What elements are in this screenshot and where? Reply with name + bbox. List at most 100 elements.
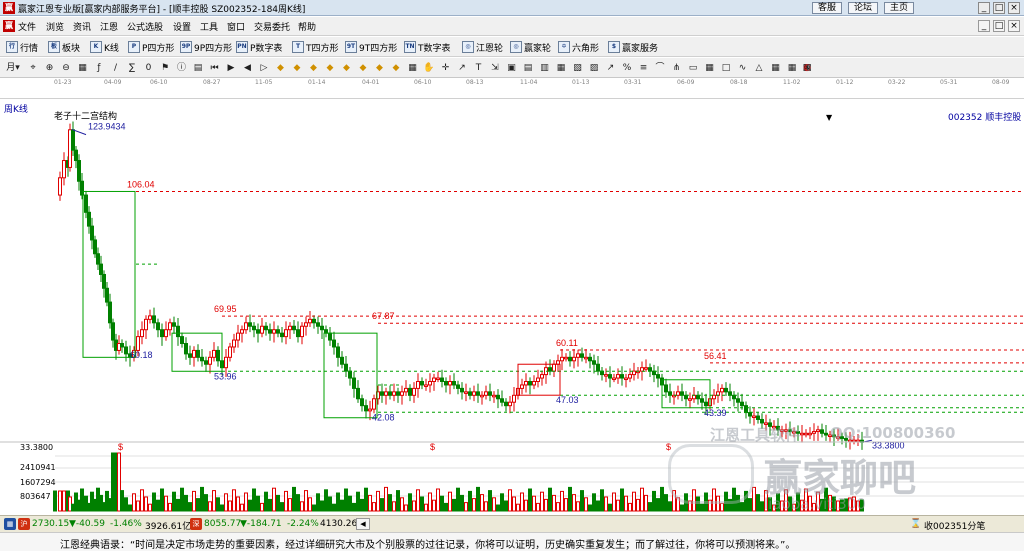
menu-item-6[interactable]: 工具	[200, 20, 218, 33]
drawing-toolbar: 月▾ ⌖ ⊕ ⊖ ▦ ƒ / ∑ 0 ⚑ ⓘ ▤ ⏮ ▶ ◀ ▷ ◆ ◆ ◆ ◆ ◆ ◆ ◆ ◆ ▦ ✋ ✛ ↗ T ⇲ ▣ ▤ ▥ ▦ ▧ ▨ ↗% ≡…	[0, 58, 1024, 78]
kefu-link[interactable]: 客服	[812, 2, 842, 14]
market-quote-button[interactable]: 行行情	[6, 40, 38, 54]
volume-bar-down	[196, 498, 200, 512]
date-tick: 11-04	[520, 79, 538, 86]
diamond4-icon[interactable]: ◆	[323, 61, 337, 75]
9p-square-button[interactable]: 9P 9P四方形	[180, 40, 232, 54]
fib-icon[interactable]: ≡	[637, 61, 651, 75]
calc-icon[interactable]: ▤	[191, 61, 205, 75]
grid4-icon[interactable]: ▦	[785, 61, 799, 75]
move-icon[interactable]: ⇲	[488, 61, 502, 75]
kline-button[interactable]: K K线	[90, 40, 119, 54]
menu-item-3[interactable]: 江恩	[100, 20, 118, 33]
gann-wheel-button[interactable]: ◎ 江恩轮	[462, 40, 503, 54]
cal-icon[interactable]: ▣	[505, 61, 519, 75]
percent-line-icon[interactable]: ↗	[604, 61, 618, 75]
minimize-button[interactable]: _	[978, 2, 990, 14]
shanghai-index-icon[interactable]: 沪	[18, 518, 30, 530]
draw-line-icon[interactable]: /	[109, 61, 123, 75]
mdi-minimize-button[interactable]: _	[978, 20, 990, 32]
close-button[interactable]: ×	[1008, 2, 1020, 14]
mdi-close-button[interactable]: ×	[1008, 20, 1020, 32]
winner-wheel-button[interactable]: ◎ 赢家轮	[510, 40, 551, 54]
menu-item-5[interactable]: 设置	[173, 20, 191, 33]
zoom-out-icon[interactable]: ⊖	[59, 61, 73, 75]
kline-label: K线	[104, 43, 119, 54]
grid-icon[interactable]: ▦	[76, 61, 90, 75]
cross-icon[interactable]: ✛	[439, 61, 453, 75]
indicator-icon[interactable]: ƒ	[92, 61, 106, 75]
percent-icon[interactable]: %	[620, 61, 634, 75]
home-link[interactable]: 主页	[884, 2, 914, 14]
diamond2-icon[interactable]: ◆	[290, 61, 304, 75]
info-icon[interactable]: ⓘ	[175, 61, 189, 75]
candle-up	[720, 387, 724, 393]
diamond6-icon[interactable]: ◆	[356, 61, 370, 75]
volume-bar-up	[636, 498, 640, 512]
kline-chart[interactable]: 123.9434 106.04 60.18 69.95 53.96 67.87 42.08 6…	[0, 99, 1024, 515]
p-square-button[interactable]: P P四方形	[128, 40, 174, 54]
adjust-icon[interactable]: 0	[142, 61, 156, 75]
diamond5-icon[interactable]: ◆	[340, 61, 354, 75]
flag-icon[interactable]: ⚑	[158, 61, 172, 75]
cursor-icon[interactable]: ⌖	[26, 61, 40, 75]
menu-item-4[interactable]: 公式选股	[127, 20, 163, 33]
menu-item-9[interactable]: 帮助	[298, 20, 316, 33]
menu-item-0[interactable]: 文件	[18, 20, 36, 33]
maximize-button[interactable]: □	[993, 2, 1005, 14]
candle-down	[760, 418, 764, 424]
diamond3-icon[interactable]: ◆	[307, 61, 321, 75]
t-table-button[interactable]: TN T数字表	[404, 40, 451, 54]
t-square-button[interactable]: T T四方形	[292, 40, 339, 54]
wave-icon[interactable]: ∿	[736, 61, 750, 75]
gann-icon[interactable]: ▦	[703, 61, 717, 75]
fwd-icon[interactable]: ▷	[257, 61, 271, 75]
mdi-restore-button[interactable]: □	[993, 20, 1005, 32]
candle-up	[224, 356, 228, 369]
market-grid-icon[interactable]: ▦	[4, 518, 16, 530]
forum-link[interactable]: 论坛	[848, 2, 878, 14]
box-icon[interactable]: ▭	[686, 61, 700, 75]
t-icon[interactable]: T	[472, 61, 486, 75]
grid2-icon[interactable]: ▦	[406, 61, 420, 75]
date-tick: 11-05	[255, 79, 273, 86]
shenzhen-index-icon[interactable]: 深	[190, 518, 202, 530]
menu-item-8[interactable]: 交易委托	[254, 20, 290, 33]
candle-down	[336, 346, 340, 358]
menu-item-1[interactable]: 浏览	[46, 20, 64, 33]
fan-icon[interactable]: ⋔	[670, 61, 684, 75]
scroll-left-button[interactable]: ◀	[356, 518, 370, 530]
hand-icon[interactable]: ✋	[422, 61, 436, 75]
menu-item-2[interactable]: 资讯	[73, 20, 91, 33]
tri-icon[interactable]: △	[752, 61, 766, 75]
diamond1-icon[interactable]: ◆	[274, 61, 288, 75]
menu-logo-icon: 赢	[3, 20, 15, 32]
period-menu-icon[interactable]: 月▾	[6, 61, 20, 75]
diamond7-icon[interactable]: ◆	[373, 61, 387, 75]
hexagon-button[interactable]: ✡ 六角形	[558, 40, 599, 54]
volume-bar-down	[652, 490, 656, 512]
back-icon[interactable]: ◀	[241, 61, 255, 75]
zoom-in-icon[interactable]: ⊕	[43, 61, 57, 75]
sector-button[interactable]: 板板块	[48, 40, 80, 54]
infinity-icon[interactable]: ∞	[800, 61, 814, 75]
winner-service-button[interactable]: $ 赢家服务	[608, 40, 658, 54]
play-icon[interactable]: ▶	[224, 61, 238, 75]
first-icon[interactable]: ⏮	[208, 61, 222, 75]
menu-item-7[interactable]: 窗口	[227, 20, 245, 33]
book-icon[interactable]: ▥	[538, 61, 552, 75]
arrow-icon[interactable]: ↗	[455, 61, 469, 75]
grid3-icon[interactable]: ▦	[769, 61, 783, 75]
table-icon[interactable]: ▤	[521, 61, 535, 75]
chart-icon[interactable]: ▨	[587, 61, 601, 75]
p-table-button[interactable]: PN P数字表	[236, 40, 282, 54]
diamond8-icon[interactable]: ◆	[389, 61, 403, 75]
arc-icon[interactable]: ⌒	[653, 61, 667, 75]
volume-bar-down	[360, 498, 364, 512]
dropdown-arrow-icon[interactable]: ▼	[826, 113, 832, 122]
sheet-icon[interactable]: ▦	[554, 61, 568, 75]
square-icon[interactable]: □	[719, 61, 733, 75]
9t-square-button[interactable]: 9T 9T四方形	[345, 40, 397, 54]
stats-icon[interactable]: ∑	[125, 61, 139, 75]
layers-icon[interactable]: ▧	[571, 61, 585, 75]
